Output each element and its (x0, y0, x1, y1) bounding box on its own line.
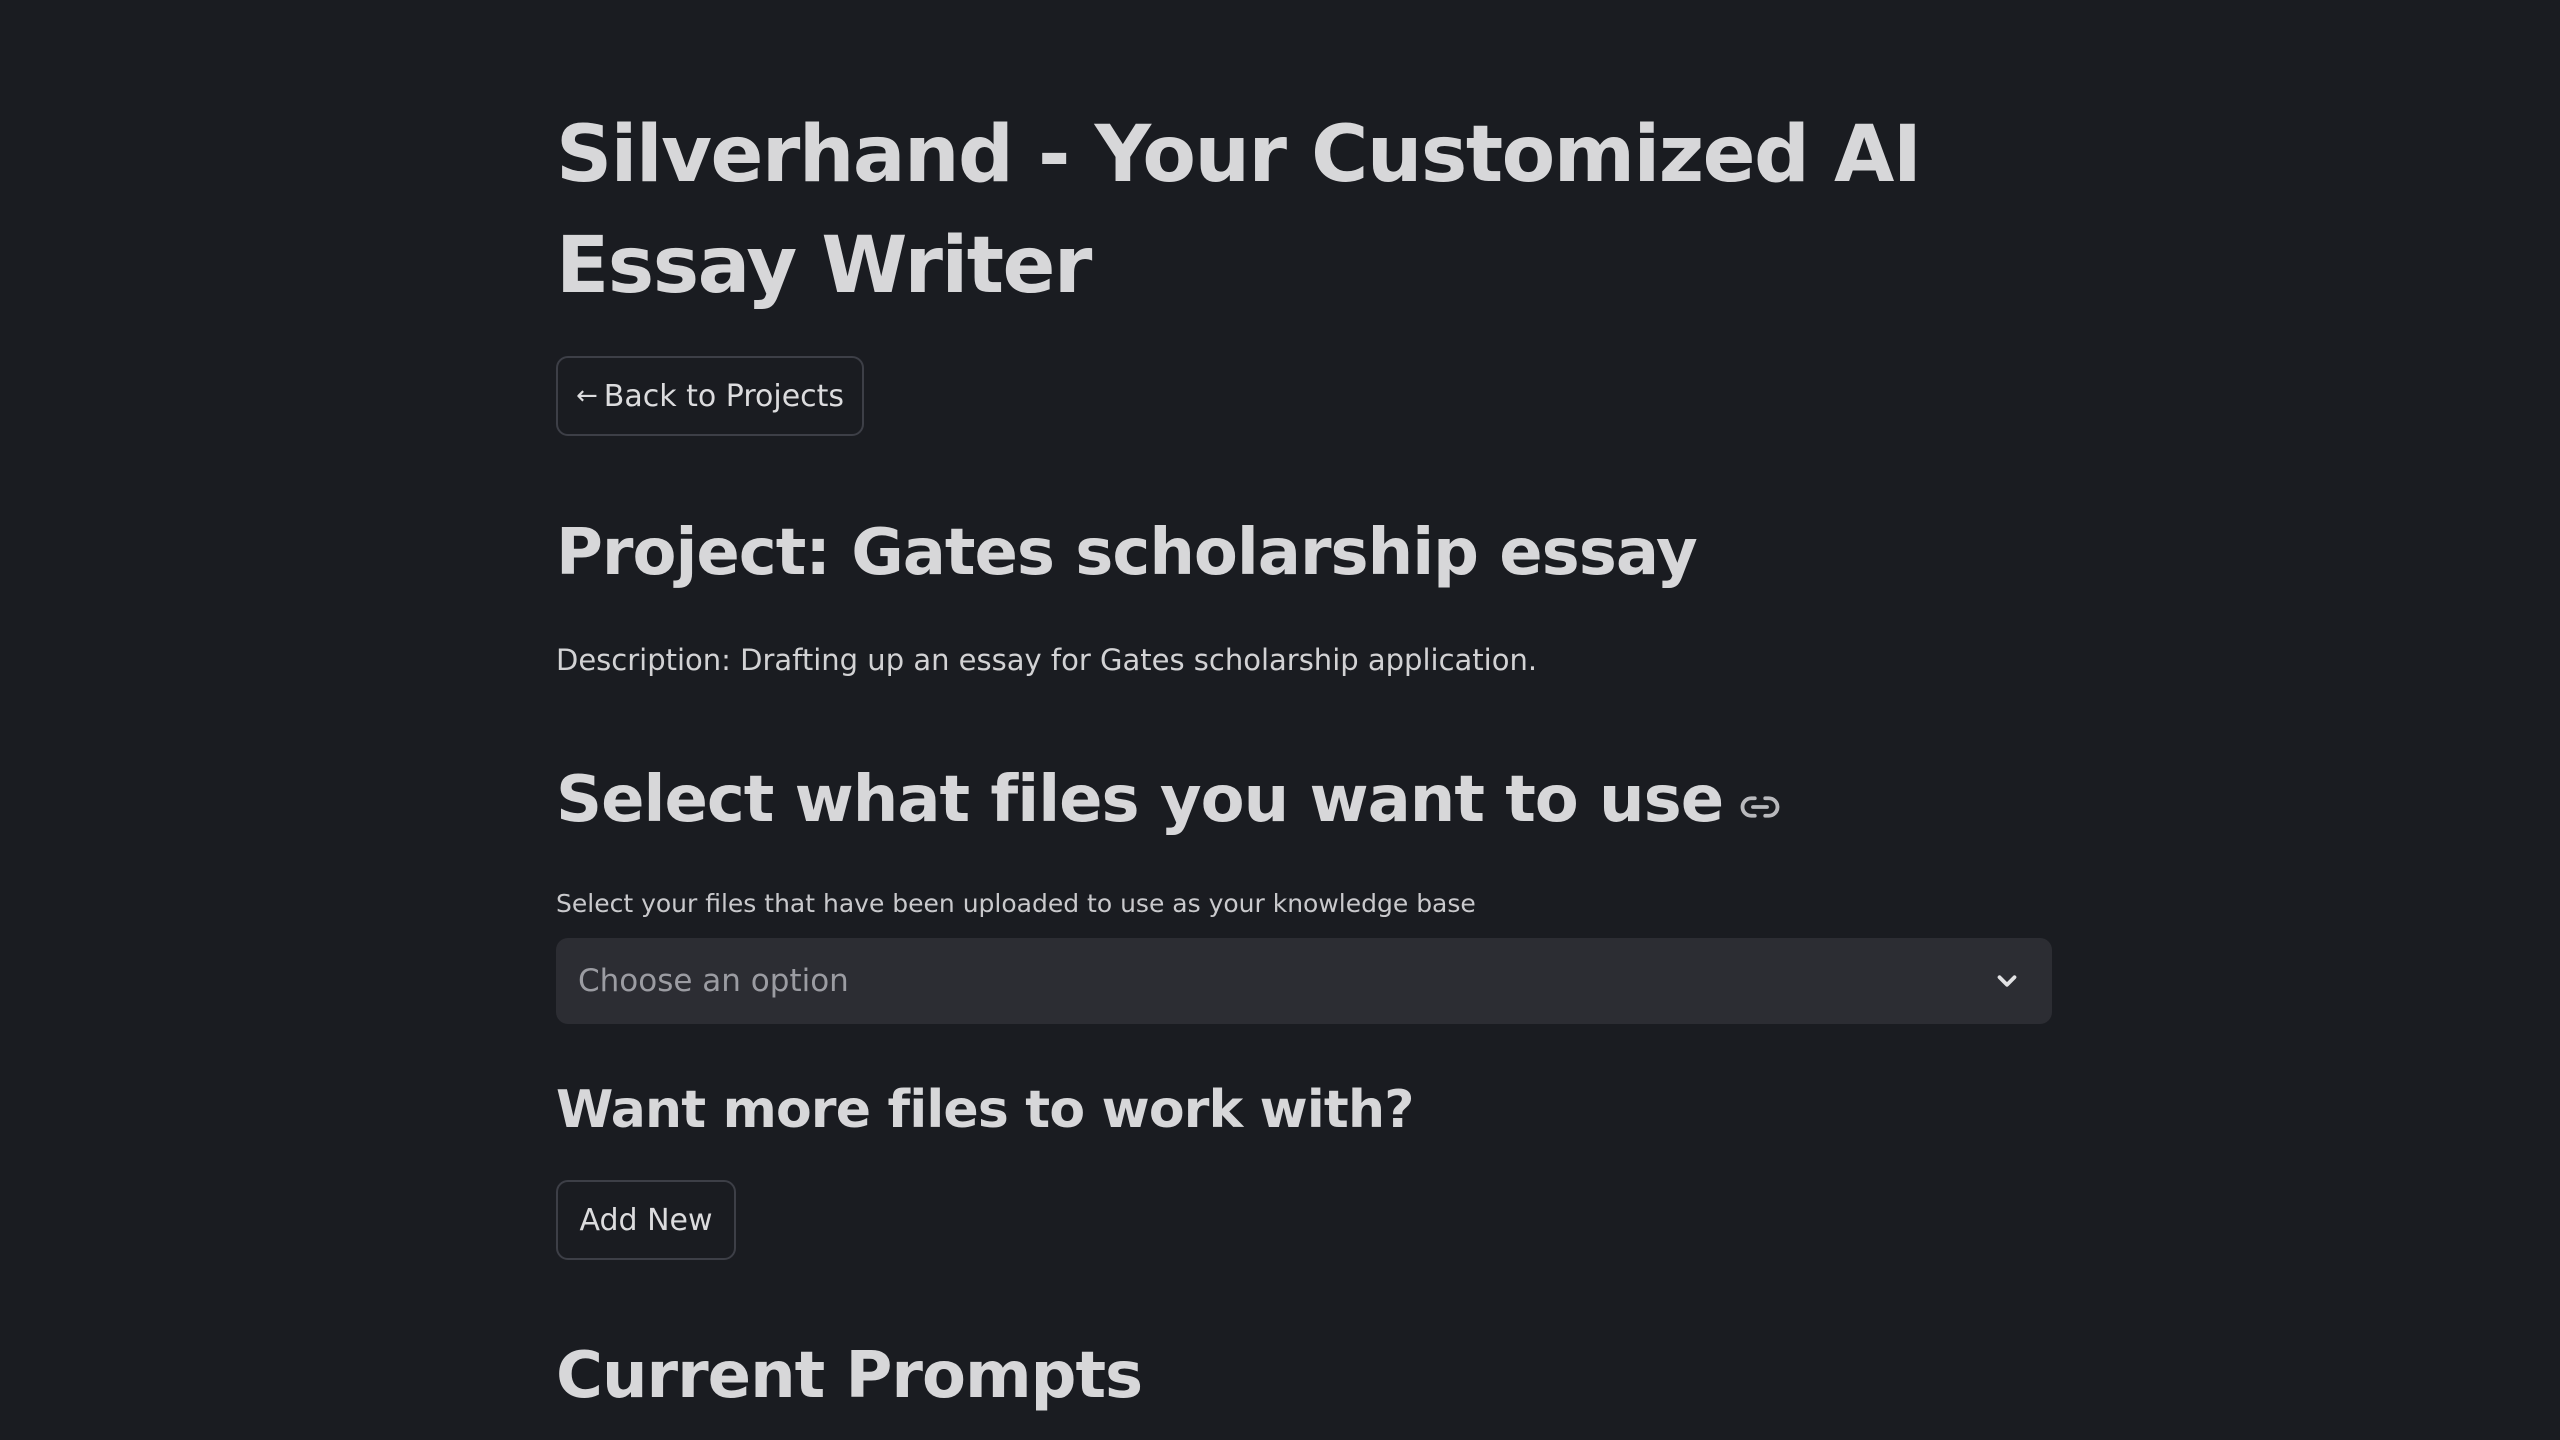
current-prompts-heading: Current Prompts (556, 1339, 1143, 1413)
file-select-dropdown[interactable]: Choose an option (556, 938, 2052, 1024)
add-new-label: Add New (579, 1202, 713, 1238)
file-select-placeholder: Choose an option (578, 963, 849, 999)
app-title: Silverhand - Your Customized AI Essay Wr… (556, 110, 1922, 311)
file-selection-heading-text: Select what files you want to use (556, 763, 1724, 837)
chevron-down-icon[interactable] (1992, 966, 2022, 996)
project-description: Description: Drafting up an essay for Ga… (556, 643, 1538, 677)
back-to-projects-label: Back to Projects (603, 378, 845, 414)
link-icon[interactable] (1739, 786, 1781, 828)
back-to-projects-button[interactable]: ← Back to Projects (556, 356, 864, 436)
file-select-label: Select your files that have been uploade… (556, 889, 1476, 918)
add-new-button[interactable]: Add New (556, 1180, 736, 1260)
arrow-left-icon: ← (575, 381, 598, 411)
file-selection-heading: Select what files you want to use (556, 752, 1781, 848)
project-title: Project: Gates scholarship essay (556, 516, 1698, 590)
more-files-heading: Want more files to work with? (556, 1080, 1414, 1140)
main-content: Silverhand - Your Customized AI Essay Wr… (556, 0, 2053, 1440)
